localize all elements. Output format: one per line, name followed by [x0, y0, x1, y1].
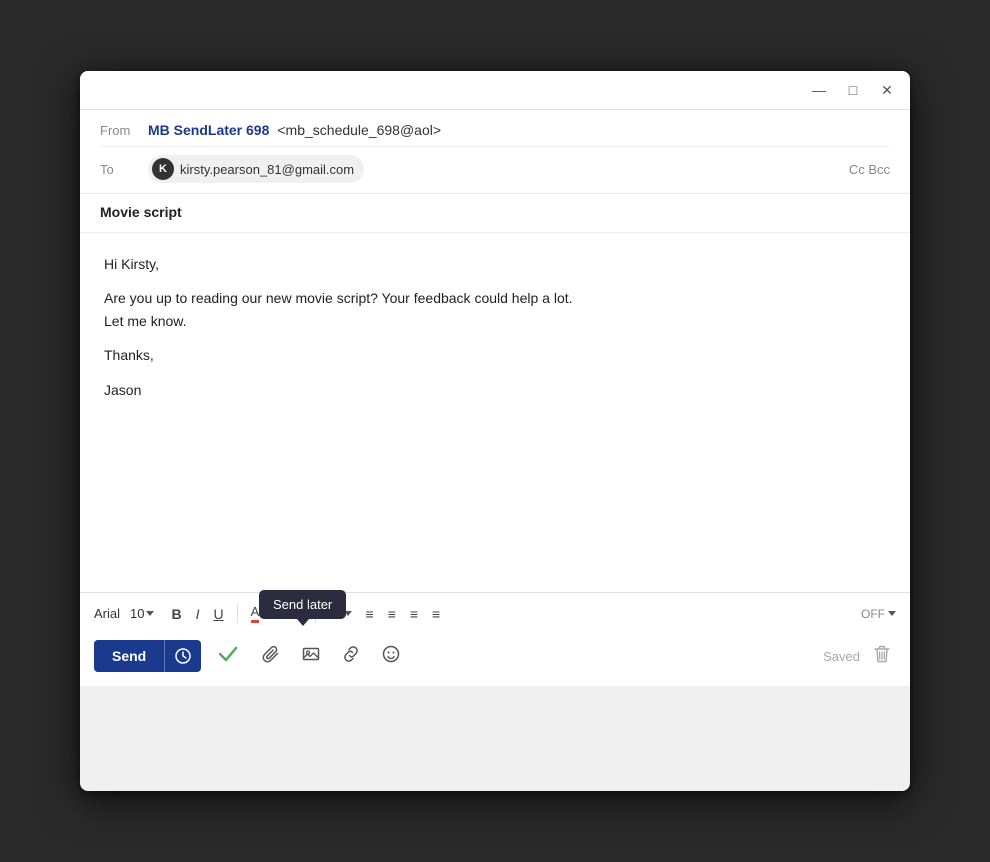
window-controls: — □ ✕ — [810, 81, 896, 99]
close-button[interactable]: ✕ — [878, 81, 896, 99]
unordered-list-button[interactable]: ≡ — [383, 603, 401, 625]
cc-bcc-button[interactable]: Cc Bcc — [849, 162, 890, 177]
link-icon — [342, 645, 360, 663]
send-button[interactable]: Send — [94, 640, 164, 672]
recipient-email: kirsty.pearson_81@gmail.com — [180, 162, 354, 177]
from-row: From MB SendLater 698 <mb_schedule_698@a… — [100, 110, 890, 146]
font-size-chevron-icon — [146, 611, 154, 616]
image-button[interactable] — [295, 641, 327, 672]
body-signature: Jason — [104, 379, 886, 401]
sender-name: MB SendLater 698 — [148, 122, 269, 138]
indent-button[interactable]: ≡ — [405, 603, 423, 625]
emoji-button[interactable] — [375, 641, 407, 672]
email-header: From MB SendLater 698 <mb_schedule_698@a… — [80, 110, 910, 193]
body-content: Are you up to reading our new movie scri… — [104, 287, 886, 332]
checkmark-icon — [217, 642, 239, 664]
trash-icon — [874, 645, 890, 663]
minimize-button[interactable]: — — [810, 81, 828, 99]
ordered-list-icon: ≡ — [366, 606, 374, 622]
align-icon: ☰ — [329, 605, 342, 622]
highlight-icon: A — [283, 606, 292, 621]
attach-button[interactable] — [255, 641, 287, 672]
delete-button[interactable] — [868, 641, 896, 672]
off-chevron-icon — [888, 611, 896, 616]
separator — [237, 605, 238, 623]
from-label: From — [100, 123, 140, 138]
underline-button[interactable]: U — [209, 603, 229, 625]
unordered-list-icon: ≡ — [388, 606, 396, 622]
paperclip-icon — [262, 645, 280, 663]
subject-text: Movie script — [100, 204, 182, 220]
recipient-chip[interactable]: K kirsty.pearson_81@gmail.com — [148, 155, 364, 183]
body-thanks: Thanks, — [104, 344, 886, 366]
outdent-icon: ≡ — [432, 606, 440, 622]
to-label: To — [100, 162, 140, 177]
font-color-chevron-icon — [261, 611, 269, 616]
font-color-icon: A — [251, 604, 260, 623]
separator2 — [315, 605, 316, 623]
formatting-toolbar: Arial 10 B I U A A ☰ — [94, 601, 896, 632]
indent-icon: ≡ — [410, 606, 418, 622]
highlight-color-button[interactable]: A — [278, 603, 307, 624]
highlight-chevron-icon — [294, 611, 302, 616]
subject-row: Movie script — [80, 193, 910, 232]
email-compose-window: — □ ✕ From MB SendLater 698 <mb_schedule… — [80, 71, 910, 791]
image-icon — [302, 645, 320, 663]
email-body[interactable]: Hi Kirsty, Are you up to reading our new… — [80, 232, 910, 592]
done-button[interactable] — [209, 638, 247, 674]
ordered-list-button[interactable]: ≡ — [361, 603, 379, 625]
bold-button[interactable]: B — [166, 603, 186, 625]
saved-label: Saved — [823, 649, 860, 664]
clock-icon — [175, 648, 191, 664]
font-size-selector[interactable]: 10 — [130, 606, 154, 621]
toolbar-area: Arial 10 B I U A A ☰ — [80, 592, 910, 686]
italic-button[interactable]: I — [191, 603, 205, 625]
font-name-label: Arial — [94, 606, 120, 621]
maximize-button[interactable]: □ — [844, 81, 862, 99]
align-chevron-icon — [344, 611, 352, 616]
to-row: To K kirsty.pearson_81@gmail.com Cc Bcc — [100, 146, 890, 193]
emoji-icon — [382, 645, 400, 663]
outdent-button[interactable]: ≡ — [427, 603, 445, 625]
avatar: K — [152, 158, 174, 180]
sender-email: <mb_schedule_698@aol> — [277, 122, 441, 138]
font-color-button[interactable]: A — [246, 601, 275, 626]
body-greeting: Hi Kirsty, — [104, 253, 886, 275]
action-bar: Send later Send — [94, 632, 896, 682]
send-later-button[interactable] — [164, 640, 201, 672]
link-button[interactable] — [335, 641, 367, 672]
title-bar: — □ ✕ — [80, 71, 910, 110]
off-toggle[interactable]: OFF — [861, 607, 896, 621]
align-button[interactable]: ☰ — [324, 602, 357, 625]
send-group: Send — [94, 640, 201, 672]
